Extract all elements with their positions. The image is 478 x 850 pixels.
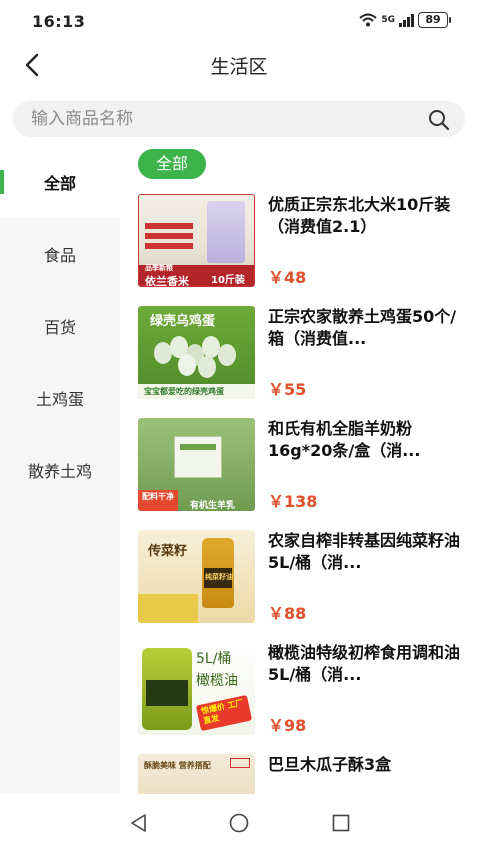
sidebar-item-free-range-eggs[interactable]: 土鸡蛋 (0, 362, 120, 434)
search-icon[interactable] (427, 108, 451, 132)
product-image-eggs[interactable]: 绿壳乌鸡蛋 宝宝都爱吃的绿壳鸡蛋 (138, 306, 255, 399)
search-input[interactable] (31, 101, 411, 137)
image-caption: 5L/桶 (196, 651, 232, 667)
category-chip[interactable]: 全部 (138, 149, 207, 179)
image-caption: 绿壳乌鸡蛋 (150, 314, 216, 329)
status-icons: 5G 89 (359, 12, 451, 28)
image-caption: 纯菜籽油 (205, 573, 233, 581)
page-title: 生活区 (210, 56, 268, 78)
product-item[interactable]: 5L/桶 橄榄油 惊爆价 工厂直发 橄榄油特级初榨食用调和油5L/桶（消... … (138, 642, 468, 737)
sidebar-item-label: 全部 (43, 174, 76, 193)
product-item[interactable]: 酥脆美味 营养搭配 巴旦木瓜子酥3盒 (138, 754, 468, 794)
product-title: 正宗农家散养土鸡蛋50个/箱（消费值... (268, 307, 457, 348)
back-triangle-icon[interactable] (128, 812, 150, 834)
sidebar-item-label: 土鸡蛋 (35, 390, 84, 409)
sidebar-item-free-range-chicken[interactable]: 散养土鸡 (0, 434, 120, 506)
product-price: ￥138 (268, 492, 318, 511)
recents-square-icon[interactable] (330, 812, 352, 834)
product-image-olive-oil[interactable]: 5L/桶 橄榄油 惊爆价 工厂直发 (138, 642, 255, 735)
sidebar-item-food[interactable]: 食品 (0, 218, 120, 290)
network-label: 5G (381, 15, 395, 25)
image-caption: 宝宝都爱吃的绿壳鸡蛋 (144, 387, 224, 396)
sidebar-item-label: 食品 (43, 246, 76, 265)
product-title: 农家自榨非转基因纯菜籽油5L/桶（消... (268, 531, 461, 572)
image-caption: 10斤装 (211, 275, 245, 286)
product-title: 橄榄油特级初榨食用调和油5L/桶（消... (268, 643, 461, 684)
product-image-almond-crisps[interactable]: 酥脆美味 营养搭配 (138, 754, 255, 794)
home-circle-icon[interactable] (228, 812, 250, 834)
image-caption: 依兰香米 (145, 275, 189, 287)
image-caption: 传菜籽 (148, 544, 188, 559)
product-price: ￥98 (268, 716, 307, 735)
product-item[interactable]: 绿壳乌鸡蛋 宝宝都爱吃的绿壳鸡蛋 正宗农家散养土鸡蛋50个/箱（消费值... ￥… (138, 306, 468, 401)
category-sidebar: 全部 食品 百货 土鸡蛋 散养土鸡 (0, 146, 120, 794)
image-caption: 橄榄油 (196, 673, 238, 689)
product-price: ￥88 (268, 604, 307, 623)
battery-indicator: 89 (418, 12, 451, 28)
status-bar: 16:13 5G 89 (0, 0, 478, 42)
search-bar (13, 101, 465, 137)
sidebar-item-label: 散养土鸡 (27, 462, 92, 481)
sidebar-item-label: 百货 (43, 318, 76, 337)
signal-icon (399, 13, 414, 27)
product-item[interactable]: 配料干净 有机生羊乳 和氏有机全脂羊奶粉16g*20条/盒（消... ￥138 (138, 418, 468, 513)
system-nav-bar (0, 794, 478, 850)
nav-bar: 生活区 (0, 42, 478, 88)
product-price: ￥48 (268, 268, 307, 287)
product-title: 巴旦木瓜子酥3盒 (268, 755, 392, 774)
image-caption: 有机生羊乳 (190, 501, 236, 511)
image-caption: 品季新粮 (145, 264, 173, 272)
product-title: 和氏有机全脂羊奶粉16g*20条/盒（消... (268, 419, 421, 460)
product-image-goat-milk[interactable]: 配料干净 有机生羊乳 (138, 418, 255, 511)
image-caption: 酥脆美味 营养搭配 (144, 761, 211, 770)
image-caption: 配料干净 (142, 492, 174, 501)
wifi-icon (359, 13, 378, 27)
product-list: 全部 品季新粮 依兰香米 10斤装 优质正宗东北大米10斤装（消费值2.1） ￥… (120, 146, 478, 794)
product-image-rapeseed-oil[interactable]: 传菜籽 纯菜籽油 (138, 530, 255, 623)
page: 16:13 5G 89 生活区 全部 食品 (0, 0, 478, 850)
product-item[interactable]: 品季新粮 依兰香米 10斤装 优质正宗东北大米10斤装（消费值2.1） ￥48 (138, 194, 468, 289)
status-time: 16:13 (32, 12, 86, 31)
product-price: ￥55 (268, 380, 307, 399)
sidebar-item-general-goods[interactable]: 百货 (0, 290, 120, 362)
sidebar-item-all[interactable]: 全部 (0, 146, 120, 218)
product-item[interactable]: 传菜籽 纯菜籽油 农家自榨非转基因纯菜籽油5L/桶（消... ￥88 (138, 530, 468, 625)
product-image-rice[interactable]: 品季新粮 依兰香米 10斤装 (138, 194, 255, 287)
product-title: 优质正宗东北大米10斤装（消费值2.1） (268, 195, 451, 236)
